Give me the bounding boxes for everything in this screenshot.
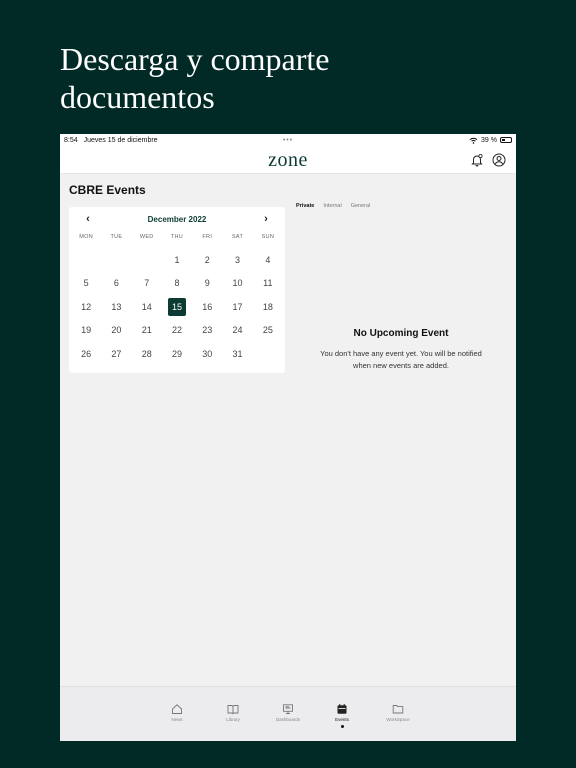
calendar-day[interactable]: 30 (192, 342, 222, 366)
calendar-day[interactable]: 17 (222, 295, 252, 319)
calendar-day[interactable]: 8 (162, 272, 192, 296)
weekday-label: SAT (231, 234, 244, 240)
empty-state: No Upcoming Event You don't have any eve… (296, 328, 506, 372)
calendar-day[interactable]: 18 (253, 295, 283, 319)
calendar-day[interactable]: 23 (192, 319, 222, 343)
status-date: Jueves 15 de diciembre (83, 136, 158, 144)
weekday-label: SUN (261, 234, 275, 240)
active-indicator (340, 725, 344, 728)
calendar-day[interactable]: 24 (222, 319, 252, 343)
calendar-day[interactable]: 4 (253, 248, 283, 272)
calendar-day-empty (253, 342, 283, 366)
empty-state-line-2: when new events are added. (353, 361, 449, 370)
tab-label: Library (226, 717, 240, 722)
folder-icon (392, 705, 404, 714)
calendar-day[interactable]: 26 (71, 342, 101, 366)
tab-library[interactable]: Library (213, 703, 253, 722)
calendar-day[interactable]: 14 (132, 295, 162, 319)
calendar-day-empty (71, 248, 101, 272)
weekday-row: MON TUE WED THU FRI SAT SUN (71, 234, 283, 240)
calendar-day-selected[interactable]: 15 (162, 295, 192, 319)
calendar-day[interactable]: 22 (162, 319, 192, 343)
weekday-label: TUE (110, 234, 123, 240)
tab-label: News (171, 717, 183, 722)
tab-label: WorkSpace (386, 717, 410, 722)
weekday-label: FRI (202, 234, 213, 240)
calendar-day[interactable]: 5 (71, 272, 101, 296)
tab-label: Dashboards (275, 717, 301, 722)
tab-news[interactable]: News (157, 703, 197, 722)
calendar-day[interactable]: 20 (101, 319, 131, 343)
calendar-day[interactable]: 6 (101, 272, 131, 296)
tab-general[interactable]: General (351, 203, 371, 209)
calendar-day[interactable]: 21 (132, 319, 162, 343)
chevron-right-icon[interactable]: › (259, 213, 273, 227)
dashboard-icon (283, 704, 293, 714)
tab-label: Events (335, 717, 349, 722)
bottom-tab-bar: News Library Dashboards Events WorkSpace (60, 686, 516, 741)
calendar-day-empty (132, 248, 162, 272)
headline-line-1: Descarga y comparte (60, 41, 330, 77)
book-icon (227, 705, 239, 715)
app-header: zone (60, 146, 516, 174)
calendar-header: ‹ December 2022 › (69, 213, 285, 227)
tab-private[interactable]: Private (296, 203, 314, 209)
headline-line-2: documentos (60, 79, 215, 115)
calendar-day[interactable]: 12 (71, 295, 101, 319)
calendar-day[interactable]: 28 (132, 342, 162, 366)
calendar-day[interactable]: 29 (162, 342, 192, 366)
weekday-label: WED (139, 234, 154, 240)
calendar-day[interactable]: 19 (71, 319, 101, 343)
marketing-headline: Descarga y comparte documentos (60, 40, 330, 116)
calendar-card: ‹ December 2022 › MON TUE WED THU FRI SA… (69, 207, 285, 373)
home-icon (172, 704, 182, 714)
status-time: 8:54 (64, 136, 78, 144)
calendar-day[interactable]: 10 (222, 272, 252, 296)
battery-icon (500, 137, 512, 143)
multitask-dots[interactable]: ••• (283, 137, 293, 144)
calendar-day[interactable]: 13 (101, 295, 131, 319)
calendar-day[interactable]: 3 (222, 248, 252, 272)
profile-icon[interactable] (492, 153, 506, 167)
battery-percent: 39 % (481, 136, 497, 144)
weekday-label: THU (170, 234, 184, 240)
bell-icon[interactable] (470, 153, 484, 167)
calendar-month: December 2022 (147, 215, 207, 224)
calendar-day[interactable]: 7 (132, 272, 162, 296)
calendar-day[interactable]: 9 (192, 272, 222, 296)
tab-events[interactable]: Events (322, 703, 362, 728)
calendar-day[interactable]: 25 (253, 319, 283, 343)
wifi-icon (469, 137, 478, 144)
empty-state-line-1: You don't have any event yet. You will b… (320, 349, 482, 358)
calendar-day-empty (101, 248, 131, 272)
zone-logo: zone (268, 149, 308, 171)
tab-internal[interactable]: Internal (323, 203, 341, 209)
calendar-day[interactable]: 16 (192, 295, 222, 319)
calendar-day[interactable]: 1 (162, 248, 192, 272)
empty-state-description: You don't have any event yet. You will b… (296, 348, 506, 372)
calendar-day[interactable]: 27 (101, 342, 131, 366)
status-bar: 8:54 Jueves 15 de diciembre ••• 39 % (60, 134, 516, 146)
calendar-icon (337, 704, 347, 714)
calendar-days-grid: 1 2 3 4 5 6 7 8 9 10 11 12 13 14 15 16 17 18 19 20 21 22 23 24 2… (71, 248, 283, 366)
tablet-screen: 8:54 Jueves 15 de diciembre ••• 39 % zon… (60, 134, 516, 741)
calendar-day[interactable]: 11 (253, 272, 283, 296)
selected-day-label: 15 (167, 297, 186, 316)
calendar-day[interactable]: 31 (222, 342, 252, 366)
weekday-label: MON (79, 234, 93, 240)
page-title: CBRE Events (69, 183, 146, 197)
chevron-left-icon[interactable]: ‹ (81, 213, 95, 227)
empty-state-title: No Upcoming Event (353, 328, 449, 339)
tab-workspace[interactable]: WorkSpace (378, 703, 418, 722)
calendar-day[interactable]: 2 (192, 248, 222, 272)
event-filter-tabs: Private Internal General (296, 203, 370, 209)
tab-dashboards[interactable]: Dashboards (268, 703, 308, 722)
